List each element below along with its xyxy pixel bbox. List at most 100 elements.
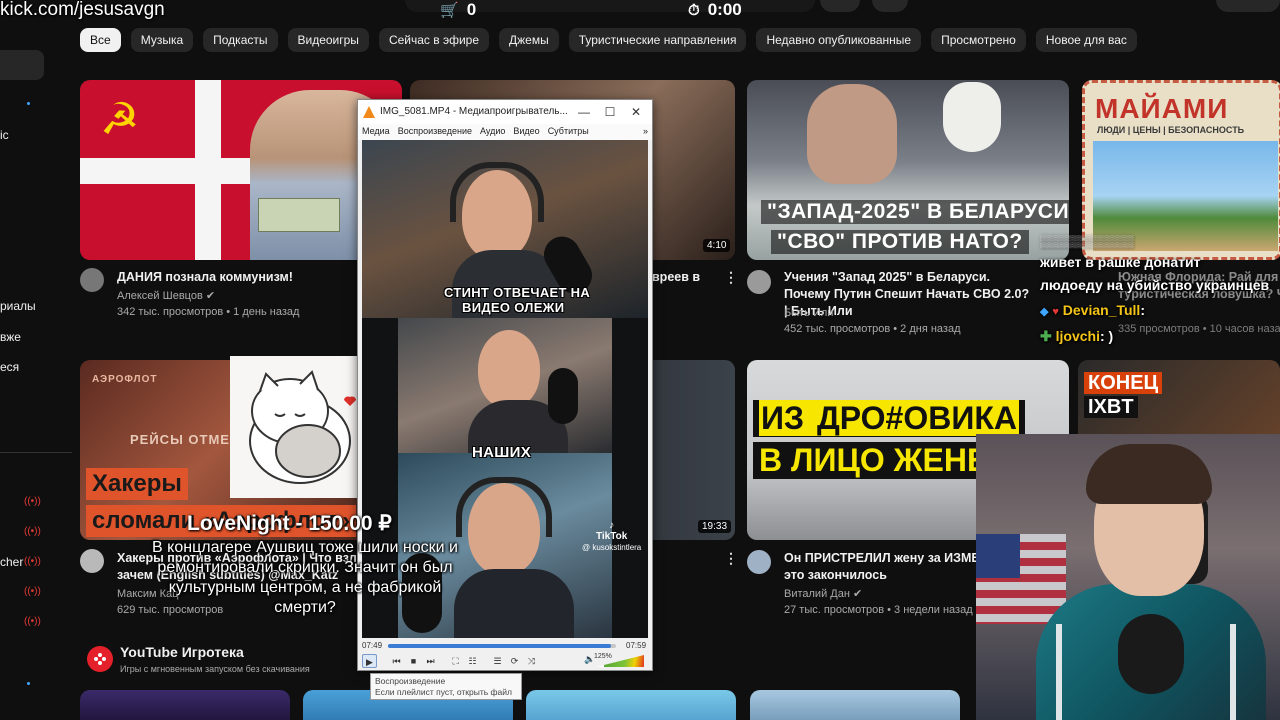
avatar[interactable]: [747, 550, 771, 574]
us-flag-image: [976, 534, 1066, 624]
video-title[interactable]: ДАНИЯ познала коммунизм!: [117, 269, 387, 286]
game-card[interactable]: [80, 690, 290, 720]
channel-name[interactable]: Быть Или: [784, 305, 833, 322]
video-thumbnail[interactable]: "ЗАПАД-2025" В БЕЛАРУСИ "СВО" ПРОТИВ НАТ…: [747, 80, 1069, 260]
chat-message: людоеду на убийство украинцев: [1040, 277, 1270, 293]
streamer-webcam: [976, 434, 1280, 720]
sidebar-item-label[interactable]: риалы: [0, 299, 36, 313]
menu-media[interactable]: Медиа: [362, 124, 390, 140]
previous-icon[interactable]: ⏮: [389, 654, 404, 668]
chip-recent[interactable]: Недавно опубликованные: [756, 28, 922, 52]
plus-badge-icon: ✚: [1040, 328, 1052, 344]
loop-icon[interactable]: ⟳: [507, 654, 522, 668]
stream-timer: ⏱ 0:00: [688, 0, 742, 19]
sidebar-item-label[interactable]: cher: [0, 555, 23, 569]
more-options-icon[interactable]: ⋮: [724, 550, 738, 567]
video-caption: НАШИХ: [472, 444, 532, 461]
duration-badge: 4:10: [703, 239, 731, 252]
chip-travel[interactable]: Туристические направления: [568, 28, 747, 52]
badge-icon: ◆: [1040, 306, 1049, 318]
channel-name[interactable]: Алексей Шевцов ✔: [117, 288, 215, 305]
live-icon: ((•)): [24, 526, 41, 537]
play-tooltip: Воспроизведение Если плейлист пуст, откр…: [370, 673, 522, 700]
new-content-dot: [27, 682, 30, 685]
close-button[interactable]: ✕: [624, 103, 648, 121]
cart-icon: 🛒: [440, 2, 459, 19]
elapsed-time: 07:49: [362, 641, 383, 650]
search-icon[interactable]: [820, 0, 860, 12]
live-icon: ((•)): [24, 556, 41, 567]
account-area[interactable]: [1216, 0, 1280, 12]
video-caption: СТИНТ ОТВЕЧАЕТ НА: [444, 285, 591, 300]
video-thumbnail[interactable]: ☭: [80, 80, 402, 260]
stop-icon[interactable]: ■: [406, 654, 421, 668]
avatar[interactable]: [80, 549, 104, 573]
video-title[interactable]: Он ПРИСТРЕЛИЛ жену за ИЗМЕН: [784, 550, 989, 567]
sidebar-item-label[interactable]: вже: [0, 330, 21, 344]
shelf-title[interactable]: YouTube Игротека: [120, 644, 244, 660]
next-icon[interactable]: ⏭: [423, 654, 438, 668]
video-title[interactable]: вреев в: [652, 269, 700, 286]
extended-settings-icon[interactable]: ☷: [465, 654, 480, 668]
video-caption: ВИДЕО ОЛЕЖИ: [462, 300, 565, 315]
live-icon: ((•)): [24, 496, 41, 507]
chat-message: живет в рашке донатит: [1040, 254, 1201, 270]
menu-subtitles[interactable]: Субтитры: [548, 124, 589, 140]
chip-all[interactable]: Все: [80, 28, 121, 52]
filter-chips: Все Музыка Подкасты Видеоигры Сейчас в э…: [80, 28, 1137, 52]
microphone-image: [1118, 614, 1184, 694]
chip-videogames[interactable]: Видеоигры: [287, 28, 369, 52]
shelf-subtitle: Игры с мгновенным запуском без скачивани…: [120, 664, 310, 674]
menu-video[interactable]: Видео: [513, 124, 539, 140]
donation-message: В концлагере Аушвиц тоже шили носки и ре…: [152, 539, 458, 616]
chip-podcasts[interactable]: Подкасты: [203, 28, 278, 52]
sidebar-item-home[interactable]: [0, 50, 44, 80]
new-content-dot: [27, 102, 30, 105]
chat-overlap: ▒▒▒▒▒▒▒▒▒▒▒: [1040, 234, 1134, 248]
game-card[interactable]: [526, 690, 736, 720]
menu-overflow[interactable]: »: [643, 124, 652, 140]
player-menu-bar: Медиа Воспроизведение Аудио Видео Субтит…: [358, 124, 652, 140]
seek-bar-fill[interactable]: [388, 644, 612, 648]
chip-music[interactable]: Музыка: [130, 28, 194, 52]
microphone-image: [548, 368, 578, 424]
avatar[interactable]: [80, 268, 104, 292]
verified-icon: ✔: [852, 588, 863, 600]
volume-level: 125%: [594, 653, 612, 660]
chip-live[interactable]: Сейчас в эфире: [378, 28, 489, 52]
shuffle-icon[interactable]: ⤨: [524, 654, 539, 668]
streamer-hair: [1086, 444, 1212, 504]
playlist-icon[interactable]: ☰: [490, 654, 505, 668]
more-options-icon[interactable]: ⋮: [724, 269, 738, 286]
menu-playback[interactable]: Воспроизведение: [398, 124, 472, 140]
heart-icon: ♥: [1052, 306, 1059, 318]
avatar[interactable]: [747, 270, 771, 294]
play-button[interactable]: ▶: [362, 654, 377, 668]
chip-new-for-you[interactable]: Новое для вас: [1035, 28, 1137, 52]
gamepad-icon: [87, 646, 113, 672]
video-thumbnail[interactable]: МАЙАМИ ЛЮДИ | ЦЕНЫ | БЕЗОПАСНОСТЬ: [1082, 80, 1280, 260]
video-meta: 27 тыс. просмотров • 3 недели назад: [784, 604, 973, 616]
maximize-button[interactable]: ☐: [598, 103, 622, 121]
verified-icon: ✔: [205, 290, 216, 302]
video-meta: 335 просмотров • 10 часов назад: [1118, 323, 1280, 335]
live-icon: ((•)): [24, 586, 41, 597]
game-card[interactable]: [750, 690, 960, 720]
minimize-button[interactable]: —: [572, 103, 596, 121]
live-icon: ((•)): [24, 616, 41, 627]
sidebar-item-label[interactable]: ic: [0, 128, 9, 142]
channel-name[interactable]: Виталий Дан ✔: [784, 586, 862, 603]
duration-badge: 19:33: [698, 520, 732, 533]
menu-audio[interactable]: Аудио: [480, 124, 505, 140]
sidebar-divider: [0, 452, 72, 453]
stream-channel-url: kick.com/jesusavgn: [0, 0, 165, 20]
chip-watched[interactable]: Просмотрено: [931, 28, 1026, 52]
voice-search-icon[interactable]: [872, 0, 908, 12]
video-title[interactable]: это закончилось: [784, 567, 887, 584]
video-meta: 452 тыс. просмотров • 2 дня назад: [784, 323, 961, 335]
sidebar-item-label[interactable]: еся: [0, 360, 19, 374]
chip-jams[interactable]: Джемы: [499, 28, 559, 52]
person-image: [807, 84, 897, 184]
mask-image: [943, 82, 1001, 152]
fullscreen-icon[interactable]: ⛶: [448, 654, 463, 668]
